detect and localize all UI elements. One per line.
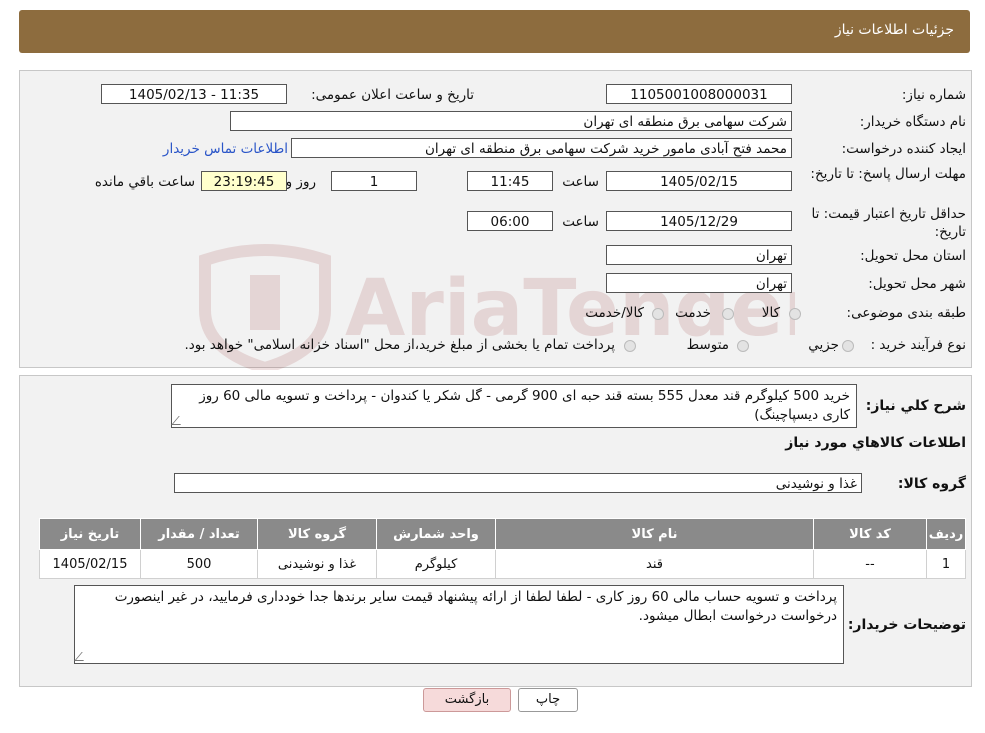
process-note: پرداخت تمام یا بخشی از مبلغ خرید،از محل … <box>184 337 615 353</box>
page-title: جزئیات اطلاعات نیاز <box>834 22 954 38</box>
creator-label: ایجاد کننده درخواست: <box>841 141 966 157</box>
category-radio-service[interactable] <box>722 308 734 320</box>
back-button[interactable]: بازگشت <box>423 688 511 712</box>
days-label: روز و <box>285 174 316 190</box>
col-unit: واحد شمارش <box>376 518 496 550</box>
remaining-label: ساعت باقي مانده <box>94 174 195 190</box>
days-field: 1 <box>331 171 417 191</box>
category-radio-goods-service[interactable] <box>652 308 664 320</box>
buyer-notes-text: پرداخت و تسویه حساب مالی 60 روز کاری - ل… <box>114 589 837 624</box>
goods-table: رديف كد كالا نام كالا واحد شمارش گروه كا… <box>39 518 966 579</box>
cell-item-code: -- <box>813 549 927 579</box>
creator-field: محمد فتح آبادی مامور خرید شرکت سهامی برق… <box>291 138 792 158</box>
goods-group-label: گروه كالا: <box>897 476 966 492</box>
reply-deadline-label: مهلت ارسال پاسخ: تا تاریخ: <box>810 166 966 182</box>
summary-text: خرید 500 کیلوگرم قند معدل 555 بسته قند ح… <box>199 388 850 423</box>
announce-label: تاریخ و ساعت اعلان عمومی: <box>311 87 474 103</box>
reply-time-field: 11:45 <box>467 171 553 191</box>
table-row: 1 -- قند کیلوگرم غذا و نوشیدنی 500 1405/… <box>39 549 966 579</box>
buyer-contact-link[interactable]: اطلاعات تماس خریدار <box>163 141 288 157</box>
col-item-name: نام كالا <box>495 518 814 550</box>
summary-textarea[interactable]: خرید 500 کیلوگرم قند معدل 555 بسته قند ح… <box>171 384 857 428</box>
remaining-time-field: 23:19:45 <box>201 171 287 191</box>
process-radio-medium[interactable] <box>737 340 749 352</box>
reply-date-field: 1405/02/15 <box>606 171 792 191</box>
goods-group-field: غذا و نوشیدنی <box>174 473 862 493</box>
buyer-org-field: شرکت سهامی برق منطقه ای تهران <box>230 111 792 131</box>
col-row-number: رديف <box>926 518 966 550</box>
process-radio-partial[interactable] <box>842 340 854 352</box>
goods-info-title: اطلاعات كالاهاي مورد نياز <box>785 435 966 451</box>
cell-need-date: 1405/02/15 <box>39 549 141 579</box>
cell-item-name: قند <box>495 549 814 579</box>
cell-row-number: 1 <box>926 549 966 579</box>
category-option-goods: کالا <box>761 305 780 321</box>
cell-quantity: 500 <box>140 549 258 579</box>
cell-unit: کیلوگرم <box>376 549 496 579</box>
category-radio-goods[interactable] <box>789 308 801 320</box>
announce-datetime-field: 1405/02/13 - 11:35 <box>101 84 287 104</box>
validity-label: حداقل تاریخ اعتبار قیمت: تا تاریخ: <box>811 206 966 240</box>
print-button[interactable]: چاپ <box>518 688 578 712</box>
page-header: جزئیات اطلاعات نیاز <box>19 10 970 53</box>
need-number-label: شماره نیاز: <box>901 87 966 103</box>
validity-date-field: 1405/12/29 <box>606 211 792 231</box>
validity-time-field: 06:00 <box>467 211 553 231</box>
resize-handle-icon[interactable] <box>74 652 91 661</box>
validity-time-label: ساعت <box>562 214 599 230</box>
category-option-service: خدمت <box>675 305 711 321</box>
resize-handle-icon[interactable] <box>171 416 188 425</box>
process-option-partial: جزيي <box>808 337 839 353</box>
buyer-notes-textarea[interactable]: پرداخت و تسویه حساب مالی 60 روز کاری - ل… <box>74 585 844 664</box>
reply-time-label: ساعت <box>562 174 599 190</box>
summary-label: شرح كلي نياز: <box>865 398 966 414</box>
col-need-date: تاريخ نياز <box>39 518 141 550</box>
category-label: طبقه بندی موضوعی: <box>846 305 966 321</box>
process-label: نوع فرآیند خرید : <box>870 337 966 353</box>
buyer-notes-label: توضیحات خریدار: <box>847 617 966 633</box>
cell-goods-group: غذا و نوشیدنی <box>257 549 377 579</box>
city-field: تهران <box>606 273 792 293</box>
province-label: استان محل تحویل: <box>860 248 966 264</box>
city-label: شهر محل تحویل: <box>868 276 966 292</box>
process-option-medium: متوسط <box>686 337 729 353</box>
category-option-goods-service: کالا/خدمت <box>585 305 644 321</box>
col-goods-group: گروه كالا <box>257 518 377 550</box>
process-radio-treasury[interactable] <box>624 340 636 352</box>
province-field: تهران <box>606 245 792 265</box>
col-item-code: كد كالا <box>813 518 927 550</box>
need-number-field: 1105001008000031 <box>606 84 792 104</box>
goods-table-header-row: رديف كد كالا نام كالا واحد شمارش گروه كا… <box>39 518 966 550</box>
buyer-org-label: نام دستگاه خریدار: <box>859 114 966 130</box>
col-quantity: تعداد / مقدار <box>140 518 258 550</box>
